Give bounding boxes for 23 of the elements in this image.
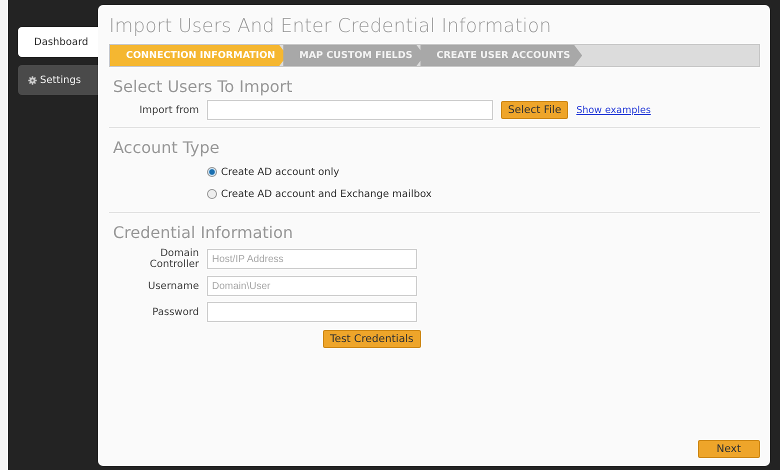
input-field[interactable] — [207, 302, 417, 322]
input-field[interactable] — [207, 100, 493, 120]
radio-label: Create AD account and Exchange mailbox — [221, 188, 432, 200]
select-file-button[interactable]: Select File — [501, 101, 568, 119]
field-label: Username — [147, 280, 199, 292]
sidebar-item[interactable]: Dashboard — [18, 27, 98, 57]
page-title: Import Users And Enter Credential Information — [109, 15, 552, 37]
radio-button[interactable] — [207, 189, 217, 199]
input-field[interactable]: Domain\User — [207, 276, 417, 296]
next-button[interactable]: Next — [698, 440, 760, 458]
radio-button[interactable] — [207, 167, 217, 177]
test-credentials-button[interactable]: Test Credentials — [323, 330, 421, 348]
section-heading: Credential Information — [113, 223, 294, 242]
show-examples-link[interactable]: Show examples — [576, 104, 651, 116]
input-field[interactable]: Host/IP Address — [207, 249, 417, 269]
section-heading: Select Users To Import — [113, 77, 294, 96]
section-heading: Account Type — [113, 138, 220, 157]
field-label: Import from — [138, 104, 199, 116]
sidebar-item[interactable]: Settings — [18, 65, 98, 95]
field-label: Domain Controller — [148, 248, 199, 270]
gear-icon — [28, 76, 37, 84]
field-label: Password — [151, 306, 199, 318]
radio-label: Create AD account only — [221, 166, 340, 178]
